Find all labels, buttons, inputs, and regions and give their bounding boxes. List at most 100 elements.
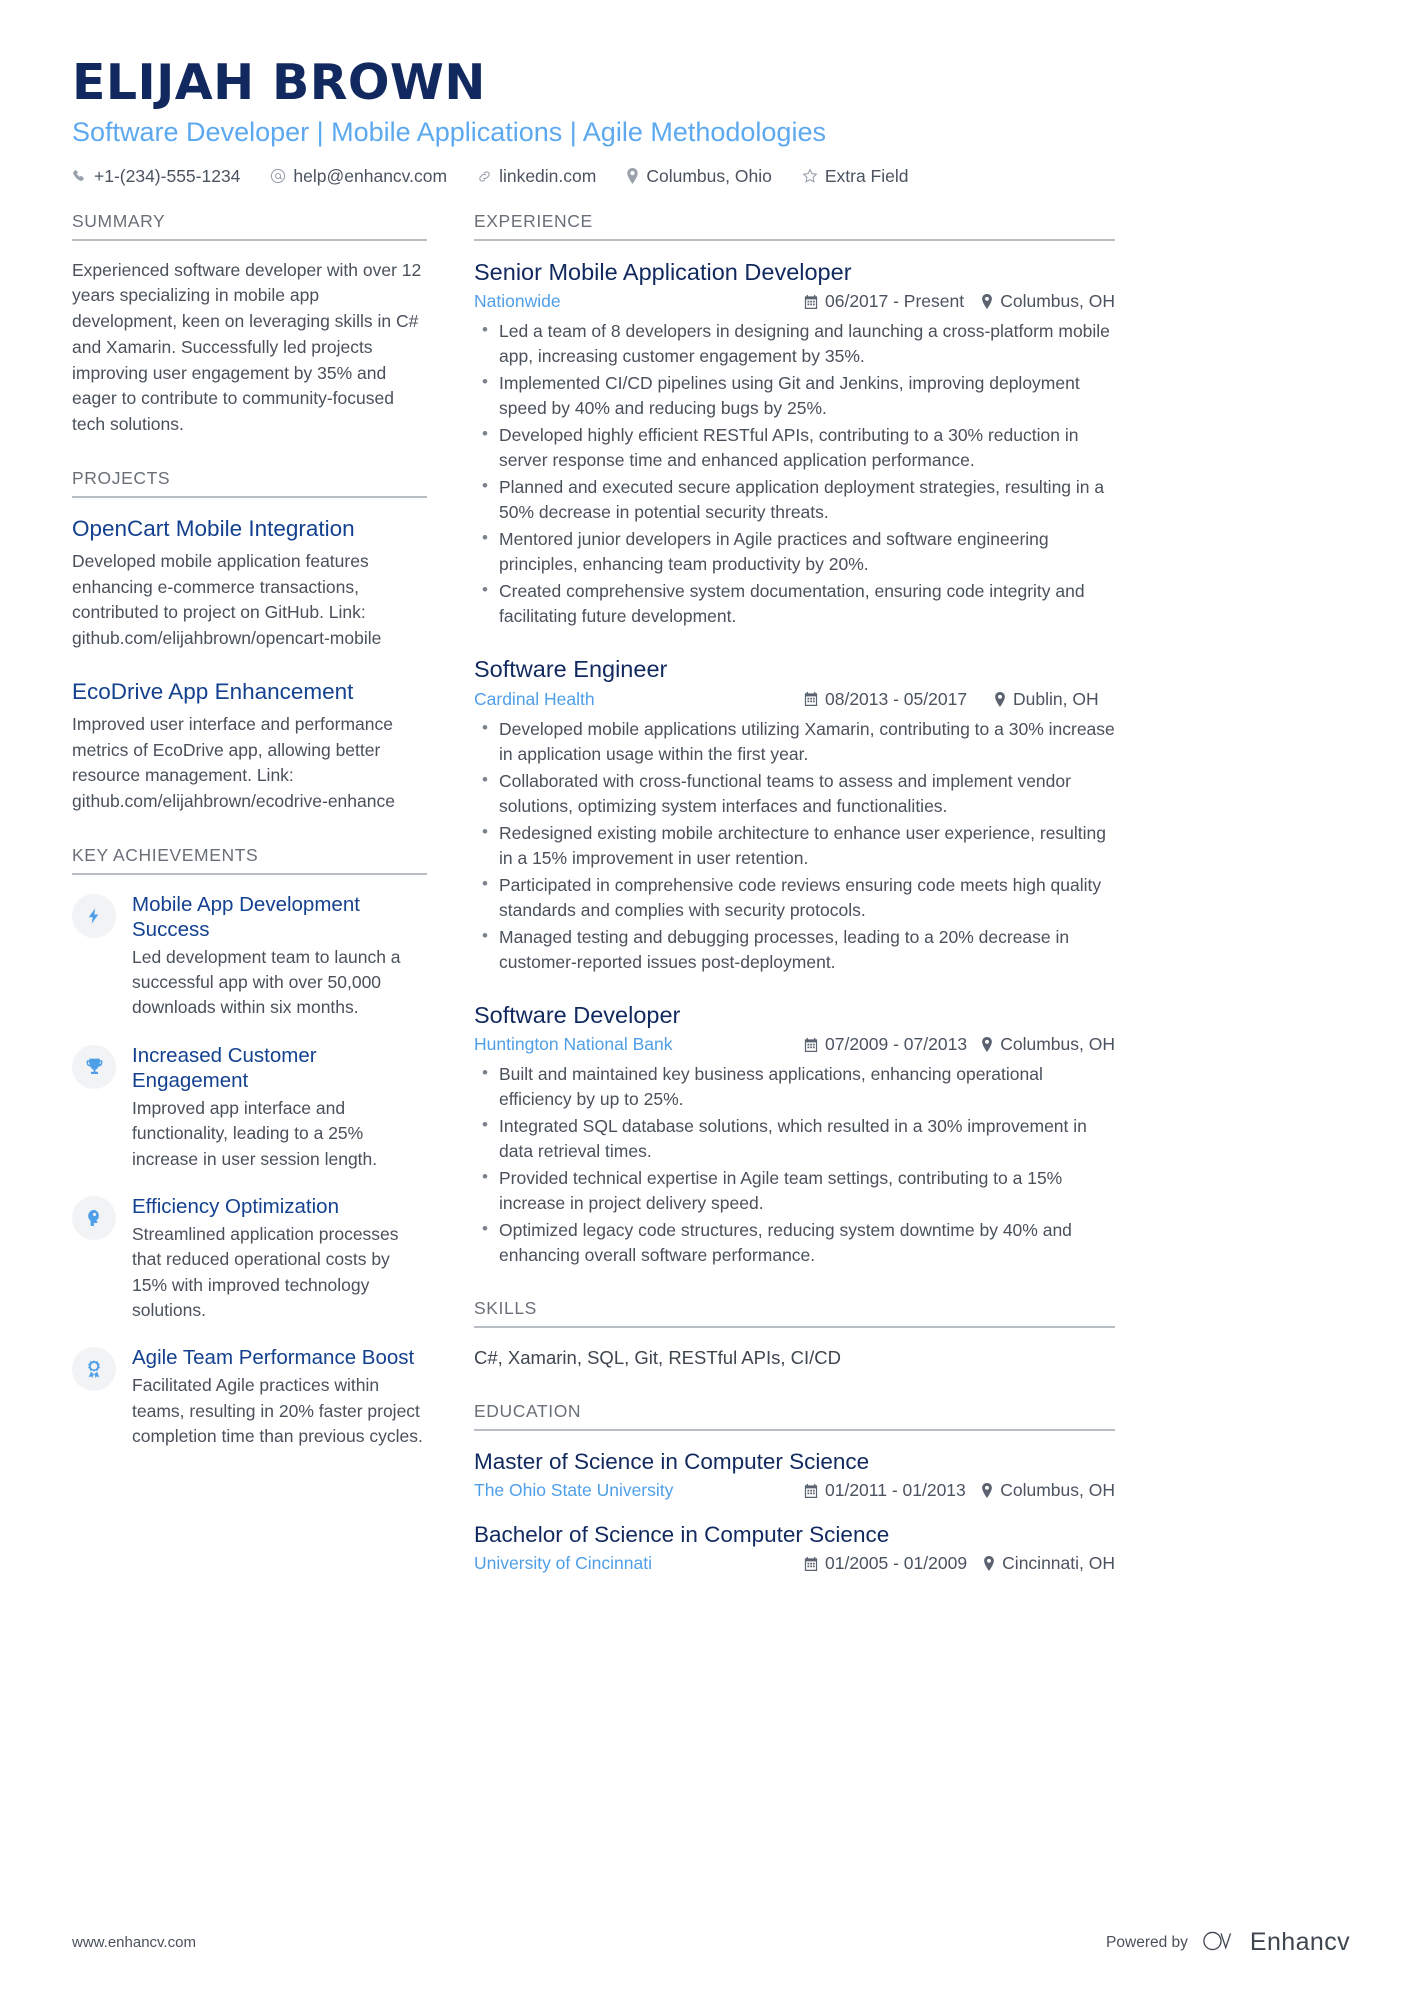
achievement-description: Led development team to launch a success… [132, 946, 401, 1018]
contact-location: Columbus, Ohio [626, 165, 772, 187]
achievement-description: Streamlined application processes that r… [132, 1223, 399, 1321]
resume-columns: SUMMARY Experienced software developer w… [72, 211, 1350, 1605]
job-meta: Huntington National Bank 07/2009 - 07/20… [474, 1034, 1115, 1055]
education-item: Bachelor of Science in Computer Science … [474, 1521, 1115, 1574]
right-column: EXPERIENCE Senior Mobile Application Dev… [474, 211, 1115, 1605]
location-icon [994, 691, 1006, 707]
job-bullet: Integrated SQL database solutions, which… [474, 1113, 1115, 1164]
job-bullet: Developed mobile applications utilizing … [474, 716, 1115, 767]
enhancv-brand: Enhancv [1202, 1928, 1350, 1957]
job-location: Columbus, OH [981, 1034, 1115, 1055]
trophy-icon [72, 1044, 116, 1089]
job-bullet: Implemented CI/CD pipelines using Git an… [474, 370, 1115, 421]
job-company: Nationwide [474, 291, 561, 312]
education-dates: 01/2011 - 01/2013 [804, 1480, 981, 1501]
project-item: EcoDrive App Enhancement Improved user i… [72, 678, 427, 815]
job-meta: Nationwide 06/2017 - Present Columbus, O… [474, 291, 1115, 312]
achievements-section: KEY ACHIEVEMENTS Mobile App Development … [72, 845, 427, 1450]
contact-linkedin[interactable]: linkedin.com [477, 166, 596, 187]
job-bullet: Provided technical expertise in Agile te… [474, 1165, 1115, 1216]
contact-email-text: help@enhancv.com [293, 165, 448, 186]
star-icon [802, 168, 818, 184]
job-company: Cardinal Health [474, 688, 595, 709]
job-bullet: Redesigned existing mobile architecture … [474, 820, 1115, 871]
job-dates: 07/2009 - 07/2013 [804, 1034, 981, 1055]
email-icon [270, 168, 286, 184]
job-bullet: Participated in comprehensive code revie… [474, 872, 1115, 923]
education-section: EDUCATION Master of Science in Computer … [474, 1401, 1115, 1574]
award-ribbon-icon [72, 1347, 116, 1392]
projects-section: PROJECTS OpenCart Mobile Integration Dev… [72, 468, 427, 815]
resume-header: ELIJAH BROWN Software Developer | Mobile… [72, 56, 1350, 187]
education-location: Cincinnati, OH [983, 1553, 1115, 1574]
summary-text: Experienced software developer with over… [72, 259, 422, 434]
project-description: Developed mobile application features en… [72, 550, 382, 648]
education-meta: The Ohio State University 01/2011 - 01/2… [474, 1480, 1115, 1501]
job-location: Columbus, OH [981, 291, 1115, 312]
contact-row: +1-(234)-555-1234 help@enhancv.com linke… [72, 166, 1350, 187]
project-description: Improved user interface and performance … [72, 713, 395, 811]
job-role: Software Developer [474, 1001, 681, 1028]
job-bullet: Led a team of 8 developers in designing … [474, 318, 1115, 369]
job-role: Software Engineer [474, 656, 668, 683]
job-bullet: Optimized legacy code structures, reduci… [474, 1217, 1115, 1268]
enhancv-logo-icon [1202, 1929, 1240, 1957]
job-company: Huntington National Bank [474, 1034, 673, 1055]
education-dates-text: 01/2011 - 01/2013 [825, 1480, 966, 1501]
job-bullet: Developed highly efficient RESTful APIs,… [474, 422, 1115, 473]
achievement-description: Improved app interface and functionality… [132, 1097, 378, 1169]
achievement-body: Mobile App Development Success Led devel… [132, 892, 427, 1021]
footer-website[interactable]: www.enhancv.com [72, 1934, 196, 1951]
job-bullet: Mentored junior developers in Agile prac… [474, 526, 1115, 577]
achievement-body: Increased Customer Engagement Improved a… [132, 1043, 427, 1172]
education-school: University of Cincinnati [474, 1553, 652, 1574]
achievement-item: Efficiency Optimization Streamlined appl… [72, 1194, 427, 1324]
achievement-title: Mobile App Development Success [132, 892, 360, 941]
job-role: Senior Mobile Application Developer [474, 258, 852, 285]
contact-location-text: Columbus, Ohio [646, 165, 772, 186]
experience-section: EXPERIENCE Senior Mobile Application Dev… [474, 211, 1115, 1269]
achievement-item: Mobile App Development Success Led devel… [72, 892, 427, 1021]
education-item: Master of Science in Computer Science Th… [474, 1448, 1115, 1501]
head-thinking-icon [72, 1195, 116, 1240]
education-meta: University of Cincinnati 01/2005 - 01/20… [474, 1553, 1115, 1574]
education-school: The Ohio State University [474, 1480, 674, 1501]
calendar-icon [804, 1483, 818, 1498]
contact-phone-text: +1-(234)-555-1234 [94, 165, 241, 186]
job-location-text: Columbus, OH [1000, 291, 1115, 312]
calendar-icon [804, 1556, 818, 1571]
education-degree: Master of Science in Computer Science [474, 1449, 870, 1475]
job-dates-text: 07/2009 - 07/2013 [825, 1034, 968, 1055]
skills-text: C#, Xamarin, SQL, Git, RESTful APIs, CI/… [474, 1347, 842, 1369]
job-location-text: Columbus, OH [1000, 1034, 1115, 1055]
skills-section: SKILLS C#, Xamarin, SQL, Git, RESTful AP… [474, 1298, 1115, 1371]
location-icon [626, 168, 639, 185]
achievement-item: Increased Customer Engagement Improved a… [72, 1043, 427, 1172]
job-bullets: Built and maintained key business applic… [474, 1061, 1115, 1268]
education-location-text: Columbus, OH [1000, 1480, 1115, 1501]
candidate-headline: Software Developer | Mobile Applications… [72, 116, 826, 147]
achievement-title: Efficiency Optimization [132, 1194, 339, 1218]
candidate-name: ELIJAH BROWN [72, 54, 486, 111]
education-dates: 01/2005 - 01/2009 [804, 1553, 983, 1574]
job-dates-text: 06/2017 - Present [825, 291, 965, 312]
job-bullet: Built and maintained key business applic… [474, 1061, 1115, 1112]
achievements-section-title: KEY ACHIEVEMENTS [72, 845, 427, 875]
job-bullet: Managed testing and debugging processes,… [474, 924, 1115, 975]
resume-page: ELIJAH BROWN Software Developer | Mobile… [0, 0, 1410, 1995]
education-section-title: EDUCATION [474, 1401, 1115, 1432]
phone-icon [72, 169, 87, 184]
achievement-body: Efficiency Optimization Streamlined appl… [132, 1194, 427, 1324]
achievement-item: Agile Team Performance Boost Facilitated… [72, 1345, 427, 1449]
powered-by-block: Powered by Enhancv [1106, 1928, 1350, 1957]
summary-section-title: SUMMARY [72, 211, 427, 241]
education-degree: Bachelor of Science in Computer Science [474, 1522, 890, 1548]
lightning-bolt-icon [72, 893, 116, 938]
job-bullet: Planned and executed secure application … [474, 474, 1115, 525]
calendar-icon [804, 692, 818, 707]
projects-section-title: PROJECTS [72, 468, 427, 498]
contact-extra-field-text: Extra Field [824, 165, 909, 186]
calendar-icon [804, 1037, 818, 1052]
location-icon [983, 1556, 995, 1572]
location-icon [981, 1037, 993, 1053]
